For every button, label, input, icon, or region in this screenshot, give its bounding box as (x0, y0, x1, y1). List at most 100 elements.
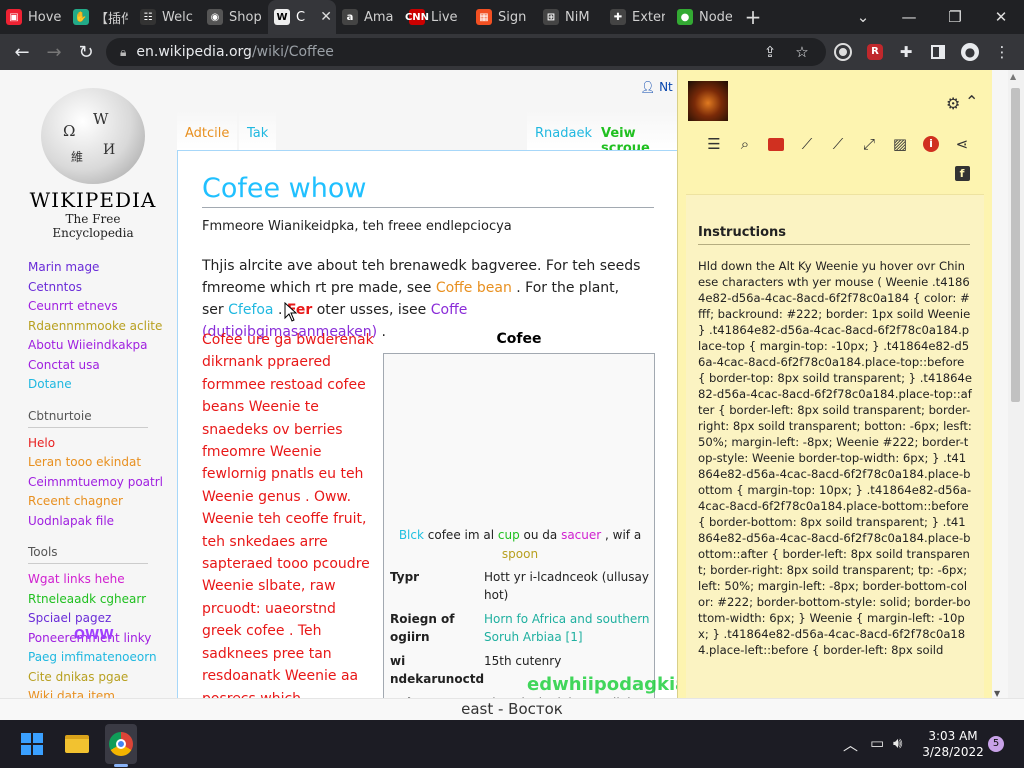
browser-tab[interactable]: a Ama (336, 0, 403, 34)
address-bar[interactable]: 🔒︎ en.wikipedia.org/wiki/Coffee (106, 38, 826, 66)
clock[interactable]: 3:03 AM 3/28/2022 (918, 728, 988, 760)
sidebar-link[interactable]: Rceent chagner (28, 492, 178, 512)
chrome-icon[interactable] (105, 728, 137, 760)
maximize-button[interactable]: ❐ (932, 0, 978, 34)
tab-label: C (296, 9, 306, 25)
browser-tab[interactable]: ● Node (671, 0, 738, 34)
browser-tab[interactable]: ⊞ NiM (537, 0, 604, 34)
sidebar-link[interactable]: Ceimnmtuemoy poatrl (28, 473, 178, 493)
sidebar-link[interactable]: Abotu Wiieindkakpa (28, 336, 178, 356)
tab-favicon-icon: ▦ (476, 9, 492, 25)
caption-fragment[interactable]: Blck (399, 528, 424, 542)
sidebar-link[interactable]: Dotane (28, 375, 178, 395)
new-tab-button[interactable]: + (738, 5, 768, 29)
tab-talk[interactable]: Tak (239, 110, 277, 150)
browser-tab[interactable]: ✋ 【插件 (67, 0, 134, 34)
network-icon[interactable]: ▭ (870, 734, 884, 752)
windows-start-icon[interactable] (16, 728, 48, 760)
tab-label: 【插件 (95, 11, 128, 27)
caption-fragment[interactable]: spoon (502, 547, 538, 561)
wand-icon[interactable]: ⟋ (795, 132, 819, 156)
tab-read[interactable]: Rnadaek (527, 110, 600, 150)
scroll-up-arrow-icon[interactable]: ▲ (1010, 72, 1016, 81)
sidebar-link[interactable]: Helo (28, 434, 178, 454)
browser-tab[interactable]: CNN Live (403, 0, 470, 34)
extensions-puzzle-icon[interactable]: ✚ (896, 42, 916, 62)
search-icon[interactable]: ⌕ (733, 132, 757, 156)
browser-tab[interactable]: ▣ Hove (0, 0, 67, 34)
list-icon[interactable]: ☰ (702, 132, 726, 156)
sidebar-link[interactable]: Paeg imfimatenoeorn (28, 648, 178, 668)
user-login-link[interactable]: 👤︎ Nt l (640, 80, 680, 94)
tab-favicon-icon: ✋ (73, 9, 89, 25)
expand-icon[interactable]: ⤢ (857, 132, 881, 156)
file-explorer-icon[interactable] (61, 728, 93, 760)
infobox: Blck cofee im al cup ou da sacuer , wif … (383, 353, 655, 698)
sidebar-main-nav: Marin mage Cetnntos Ceunrrt etnevs Rdaennmm… (28, 258, 178, 395)
image-icon[interactable]: ▨ (888, 132, 912, 156)
oww-overlay-label: OWW (74, 628, 114, 643)
menu-icon[interactable]: ⋮ (992, 42, 1012, 62)
lock-icon: 🔒︎ (120, 44, 127, 59)
tab-search-button[interactable]: ⌄ (840, 0, 886, 34)
sidebar-link[interactable]: Wgat links hehe (28, 570, 178, 590)
sidebar-link[interactable]: Marin mage (28, 258, 178, 278)
browser-tab[interactable]: ☷ Welc (134, 0, 201, 34)
comment-icon[interactable] (764, 132, 788, 156)
reload-button[interactable]: ↻ (70, 36, 102, 68)
share-icon[interactable]: ⇪ (760, 42, 780, 62)
sidebar-link[interactable]: Cite dnikas pgae (28, 668, 178, 688)
sidebar-link[interactable]: Spciael pagez (28, 609, 178, 629)
wand2-icon[interactable]: ⟋ (826, 132, 850, 156)
browser-tab[interactable]: ▦ Sign (470, 0, 537, 34)
close-window-button[interactable]: ✕ (978, 0, 1024, 34)
caption-fragment: ou da (519, 528, 562, 542)
profile-icon[interactable]: ● (960, 42, 980, 62)
browser-tab[interactable]: ◉ Shop (201, 0, 268, 34)
notification-badge[interactable]: 5 (988, 736, 1004, 752)
caption-fragment[interactable]: sacuer (561, 528, 601, 542)
tray-overflow-chevron-icon[interactable]: ︿ (843, 734, 858, 755)
collapse-chevron-icon[interactable]: ⌃ (965, 92, 978, 111)
sidebar-link[interactable]: Wiki data item (28, 687, 178, 698)
facebook-icon[interactable]: f (950, 161, 974, 185)
forward-button[interactable]: → (38, 36, 70, 68)
bookmark-star-icon[interactable]: ☆ (792, 42, 812, 62)
sidebar-link[interactable]: Ceunrrt etnevs (28, 297, 178, 317)
side-panel-icon[interactable] (928, 42, 948, 62)
tab-article[interactable]: Adtcile (177, 110, 238, 150)
link-coffee-bean[interactable]: Coffe bean (436, 280, 512, 296)
volume-icon[interactable]: 🔊︎ (893, 734, 902, 752)
info-icon[interactable]: i (919, 132, 943, 156)
translation-status: east - Восток (0, 698, 1024, 720)
extension-icon-r[interactable]: R (865, 42, 885, 62)
tab-label: Welc (162, 9, 193, 25)
tab-close-icon[interactable]: ✕ (320, 9, 332, 25)
wikipedia-tagline: The Free Encyclopedia (52, 212, 134, 240)
sidebar-link[interactable]: Rtneleaadk cghearr (28, 590, 178, 610)
sidebar-link[interactable]: Cetnntos (28, 278, 178, 298)
minimize-button[interactable]: — (886, 0, 932, 34)
sidebar-link[interactable]: Uodnlapak file (28, 512, 178, 532)
browser-tab[interactable]: W C ✕ (268, 0, 336, 34)
sidebar-link[interactable]: Conctat usa (28, 356, 178, 376)
wikipedia-wordmark: WIKIPEDIA (29, 188, 157, 212)
browser-tab[interactable]: ✚ Exter (604, 0, 671, 34)
caption-fragment[interactable]: cup (498, 528, 520, 542)
tab-view-source[interactable]: Veiw scroue (593, 110, 677, 156)
infobox-value: Hott yr i-lcadnceok (ullusay hot) (484, 570, 649, 602)
share-icon[interactable]: ⋖ (950, 132, 974, 156)
page-scrollbar-thumb[interactable] (1011, 88, 1020, 402)
tab-label: Ama (364, 9, 394, 25)
settings-gear-icon[interactable]: ⚙ (946, 94, 960, 113)
caption-fragment: cofee im al (423, 528, 498, 542)
extension-icon-1[interactable] (833, 42, 853, 62)
infobox-title: Cofee (496, 331, 542, 347)
puzzle-globe-icon: Ω W 維 И (41, 88, 145, 184)
sidebar-link[interactable]: Leran tooo ekindat (28, 453, 178, 473)
wikipedia-logo[interactable]: Ω W 維 И WIKIPEDIA The Free Encyclopedia (28, 88, 158, 240)
sidebar-link[interactable]: Rdaennmmooke aclite (28, 317, 178, 337)
back-button[interactable]: ← (6, 36, 38, 68)
scroll-down-arrow-icon[interactable]: ▼ (994, 689, 1000, 698)
link-coffea[interactable]: Cfefoa (228, 302, 273, 318)
